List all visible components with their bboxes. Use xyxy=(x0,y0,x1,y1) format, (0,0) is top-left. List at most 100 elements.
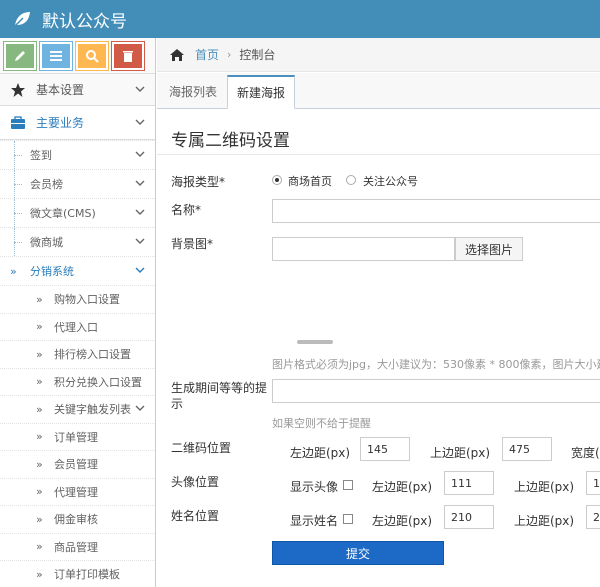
chevron-down-icon xyxy=(135,119,145,125)
radio-mall-home[interactable] xyxy=(272,175,282,185)
background-hint: 图片格式必须为jpg，大小建议为：530像素 * 800像素，图片大小建议 xyxy=(272,358,600,371)
search-icon xyxy=(86,49,99,63)
double-chevron-right-icon: » xyxy=(36,485,43,499)
chevron-down-icon xyxy=(135,151,145,157)
sidebar-item-main-business[interactable]: 主要业务 xyxy=(0,106,155,140)
app-title: 默认公众号 xyxy=(42,11,127,32)
sidebar-item-label: 签到 xyxy=(30,149,52,162)
double-chevron-right-icon: » xyxy=(36,457,43,471)
sidebar-item-label: 订单管理 xyxy=(54,430,98,444)
name-label: 名称* xyxy=(171,203,202,217)
top-navbar: 默认公众号 xyxy=(0,0,600,38)
nickname-show-label: 显示姓名 xyxy=(290,514,339,528)
star-icon xyxy=(11,82,25,97)
double-chevron-right-icon: » xyxy=(36,567,43,581)
waiting-tip-hint: 如果空则不给于提醒 xyxy=(272,417,371,430)
sidebar-subitem-cms[interactable]: 微文章(CMS) xyxy=(0,198,155,227)
sidebar-third-shop-entry[interactable]: » 购物入口设置 xyxy=(0,285,155,313)
pencil-shortcut-button[interactable] xyxy=(3,40,37,71)
sidebar-subitem-distribution[interactable]: » 分销系统 xyxy=(0,256,155,285)
sidebar-item-label: 微文章(CMS) xyxy=(30,207,96,220)
qr-left-label: 左边距(px) xyxy=(290,446,351,460)
avatar-show-label: 显示头像 xyxy=(290,480,339,494)
sidebar-item-label: 购物入口设置 xyxy=(54,293,120,307)
pick-image-button[interactable]: 选择图片 xyxy=(455,237,523,261)
waiting-tip-label: 生成期间等等的提示 xyxy=(171,381,268,411)
tab-poster-list[interactable]: 海报列表 xyxy=(159,74,227,108)
image-preview xyxy=(272,304,542,354)
sidebar-item-label: 关键字触发列表 xyxy=(54,403,131,417)
list-shortcut-button[interactable] xyxy=(39,40,73,71)
sidebar-item-label: 会员榜 xyxy=(30,178,63,191)
nickname-left-input[interactable] xyxy=(444,505,494,529)
nickname-left-label: 左边距(px) xyxy=(372,514,433,528)
sidebar-third-members[interactable]: » 会员管理 xyxy=(0,450,155,478)
double-chevron-right-icon: » xyxy=(36,320,43,334)
sidebar-item-label: 代理入口 xyxy=(54,320,98,334)
breadcrumb-home-link[interactable]: 首页 xyxy=(195,46,219,63)
avatar-position-label: 头像位置 xyxy=(171,475,220,489)
sidebar-subitem-member-rank[interactable]: 会员榜 xyxy=(0,169,155,198)
nickname-show-checkbox[interactable] xyxy=(343,514,353,524)
radio-follow-account[interactable] xyxy=(346,175,356,185)
background-label: 背景图* xyxy=(171,237,214,251)
chevron-down-icon xyxy=(135,86,145,92)
sidebar-item-label: 佣金审核 xyxy=(54,513,98,527)
sidebar-subitem-signin[interactable]: 签到 xyxy=(0,140,155,169)
tab-new-poster[interactable]: 新建海报 xyxy=(227,75,296,109)
trash-shortcut-button[interactable] xyxy=(111,40,145,71)
breadcrumb: 首页 › 控制台 xyxy=(157,38,600,72)
sidebar-third-rank-entry[interactable]: » 排行榜入口设置 xyxy=(0,340,155,368)
sidebar-item-label: 基本设置 xyxy=(36,83,85,97)
avatar-top-input[interactable] xyxy=(586,471,600,495)
sidebar-third-agents[interactable]: » 代理管理 xyxy=(0,477,155,505)
sidebar-item-label: 商品管理 xyxy=(54,540,98,554)
qr-position-label: 二维码位置 xyxy=(171,441,232,455)
trash-icon xyxy=(123,50,133,62)
chevron-down-icon xyxy=(135,238,145,244)
sidebar-subitem-mall[interactable]: 微商城 xyxy=(0,227,155,256)
qr-top-input[interactable] xyxy=(502,437,552,461)
avatar-top-label: 上边距(px) xyxy=(514,480,575,494)
avatar-show-checkbox[interactable] xyxy=(343,480,353,490)
sidebar-third-points-entry[interactable]: » 积分兑换入口设置 xyxy=(0,367,155,395)
qr-width-label: 宽度( xyxy=(571,446,600,460)
form-title: 专属二维码设置 xyxy=(171,131,290,151)
sidebar-third-commission[interactable]: » 佣金审核 xyxy=(0,505,155,533)
list-icon xyxy=(50,50,62,61)
sidebar-item-label: 订单打印模板 xyxy=(54,568,120,582)
chevron-down-icon xyxy=(135,180,145,186)
name-input[interactable] xyxy=(272,199,600,223)
chevron-down-icon xyxy=(135,405,145,412)
double-chevron-right-icon: » xyxy=(36,375,43,389)
sidebar-third-products[interactable]: » 商品管理 xyxy=(0,532,155,560)
sidebar-third-keyword-list[interactable]: » 关键字触发列表 xyxy=(0,395,155,423)
search-shortcut-button[interactable] xyxy=(75,40,109,71)
shortcut-bar xyxy=(0,38,155,74)
submit-button[interactable]: 提交 xyxy=(272,541,444,565)
background-input[interactable] xyxy=(272,237,455,261)
poster-type-label: 海报类型* xyxy=(171,175,226,189)
qr-top-label: 上边距(px) xyxy=(430,446,491,460)
sidebar-third-agent-entry[interactable]: » 代理入口 xyxy=(0,312,155,340)
sidebar-item-basic-settings[interactable]: 基本设置 xyxy=(0,74,155,106)
sidebar-item-label: 积分兑换入口设置 xyxy=(54,375,142,389)
radio-follow-account-label: 关注公众号 xyxy=(363,175,418,188)
nickname-top-input[interactable] xyxy=(586,505,600,529)
double-chevron-right-icon: » xyxy=(36,292,43,306)
home-icon xyxy=(170,48,184,61)
sidebar-third-orders[interactable]: » 订单管理 xyxy=(0,422,155,450)
chevron-down-icon xyxy=(135,209,145,215)
leaf-logo-icon xyxy=(14,12,30,27)
avatar-left-input[interactable] xyxy=(444,471,494,495)
double-chevron-right-icon: » xyxy=(36,347,43,361)
nickname-position-label: 姓名位置 xyxy=(171,509,220,523)
qr-left-input[interactable] xyxy=(360,437,410,461)
sidebar-item-label: 代理管理 xyxy=(54,485,98,499)
double-chevron-right-icon: » xyxy=(36,512,43,526)
sidebar-item-label: 排行榜入口设置 xyxy=(54,348,131,362)
sidebar-item-label: 分销系统 xyxy=(30,265,74,278)
avatar-left-label: 左边距(px) xyxy=(372,480,433,494)
waiting-tip-input[interactable] xyxy=(272,379,600,403)
sidebar-third-print-template[interactable]: » 订单打印模板 xyxy=(0,560,155,587)
